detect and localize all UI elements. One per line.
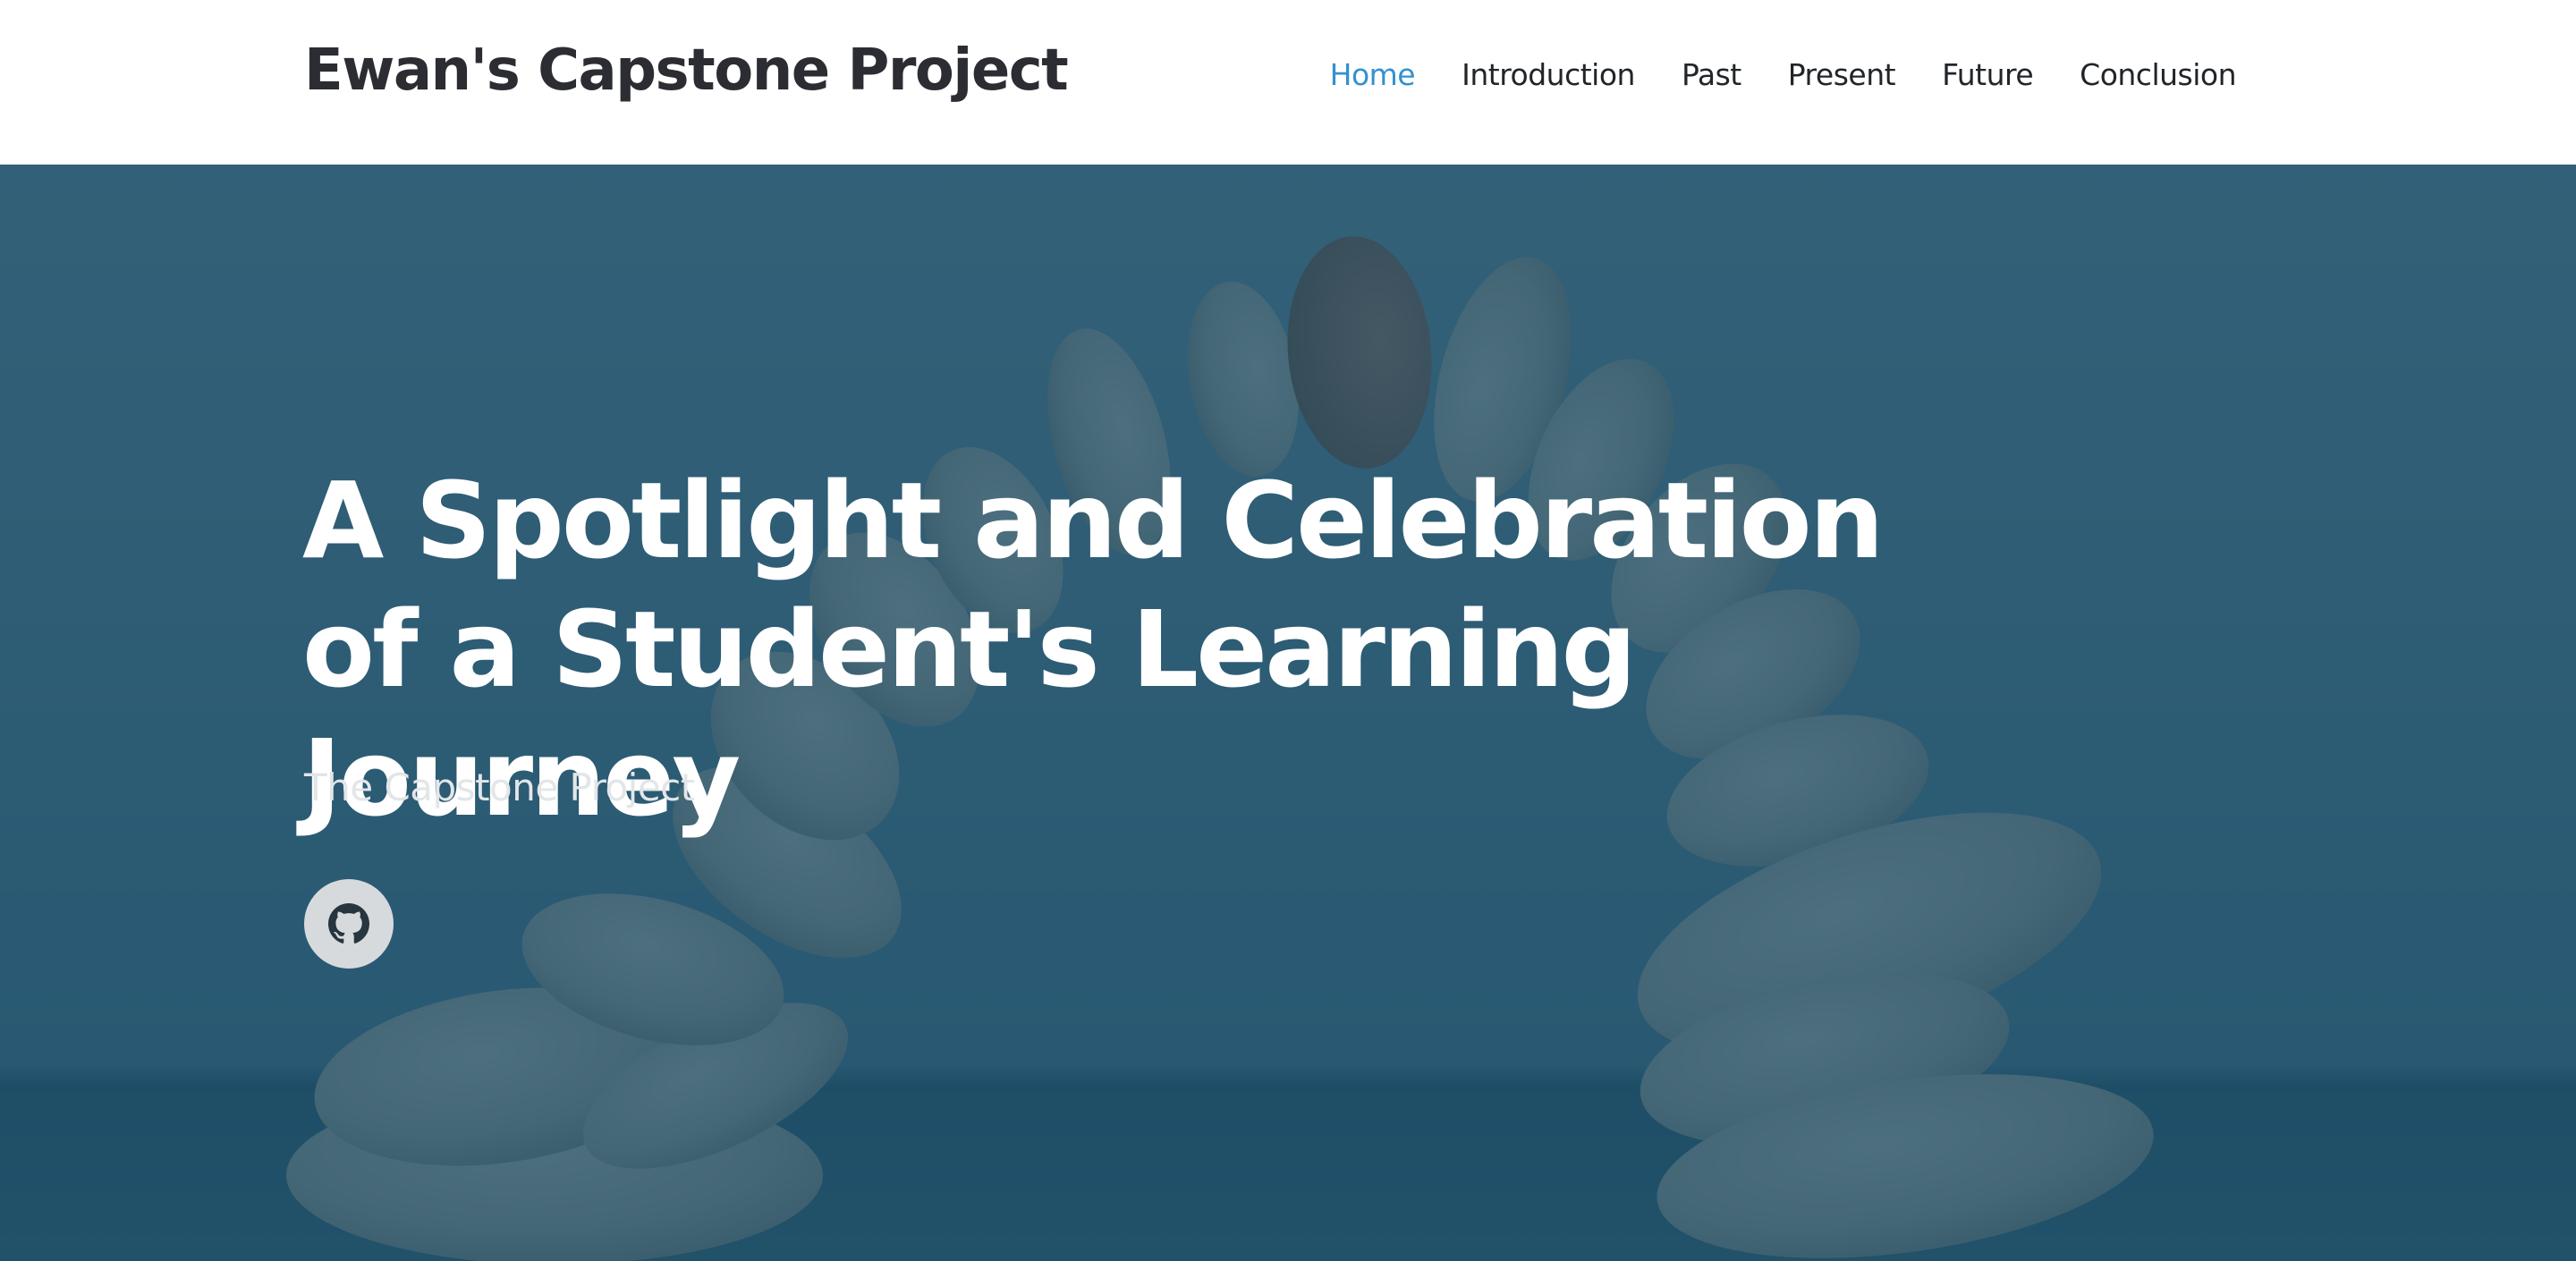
nav-link-present[interactable]: Present [1788,57,1896,92]
nav-item-present: Present [1788,57,1896,92]
nav-link-past[interactable]: Past [1682,57,1741,92]
nav-item-home: Home [1330,57,1416,92]
nav-menu: Home Introduction Past Present Future Co… [1330,57,2237,92]
nav-link-conclusion[interactable]: Conclusion [2080,57,2236,92]
nav-item-past: Past [1682,57,1741,92]
github-link-button[interactable] [304,879,394,969]
nav-item-introduction: Introduction [1462,57,1635,92]
navbar: Ewan's Capstone Project Home Introductio… [0,0,2576,165]
site-brand[interactable]: Ewan's Capstone Project [304,38,1069,104]
nav-link-home[interactable]: Home [1330,57,1416,92]
nav-item-future: Future [1942,57,2034,92]
nav-link-introduction[interactable]: Introduction [1462,57,1635,92]
hero-subtitle: The Capstone Project [304,766,695,809]
nav-item-conclusion: Conclusion [2080,57,2236,92]
nav-link-future[interactable]: Future [1942,57,2034,92]
hero-section: A Spotlight and Celebration of a Student… [0,165,2576,1261]
github-icon [328,903,369,944]
